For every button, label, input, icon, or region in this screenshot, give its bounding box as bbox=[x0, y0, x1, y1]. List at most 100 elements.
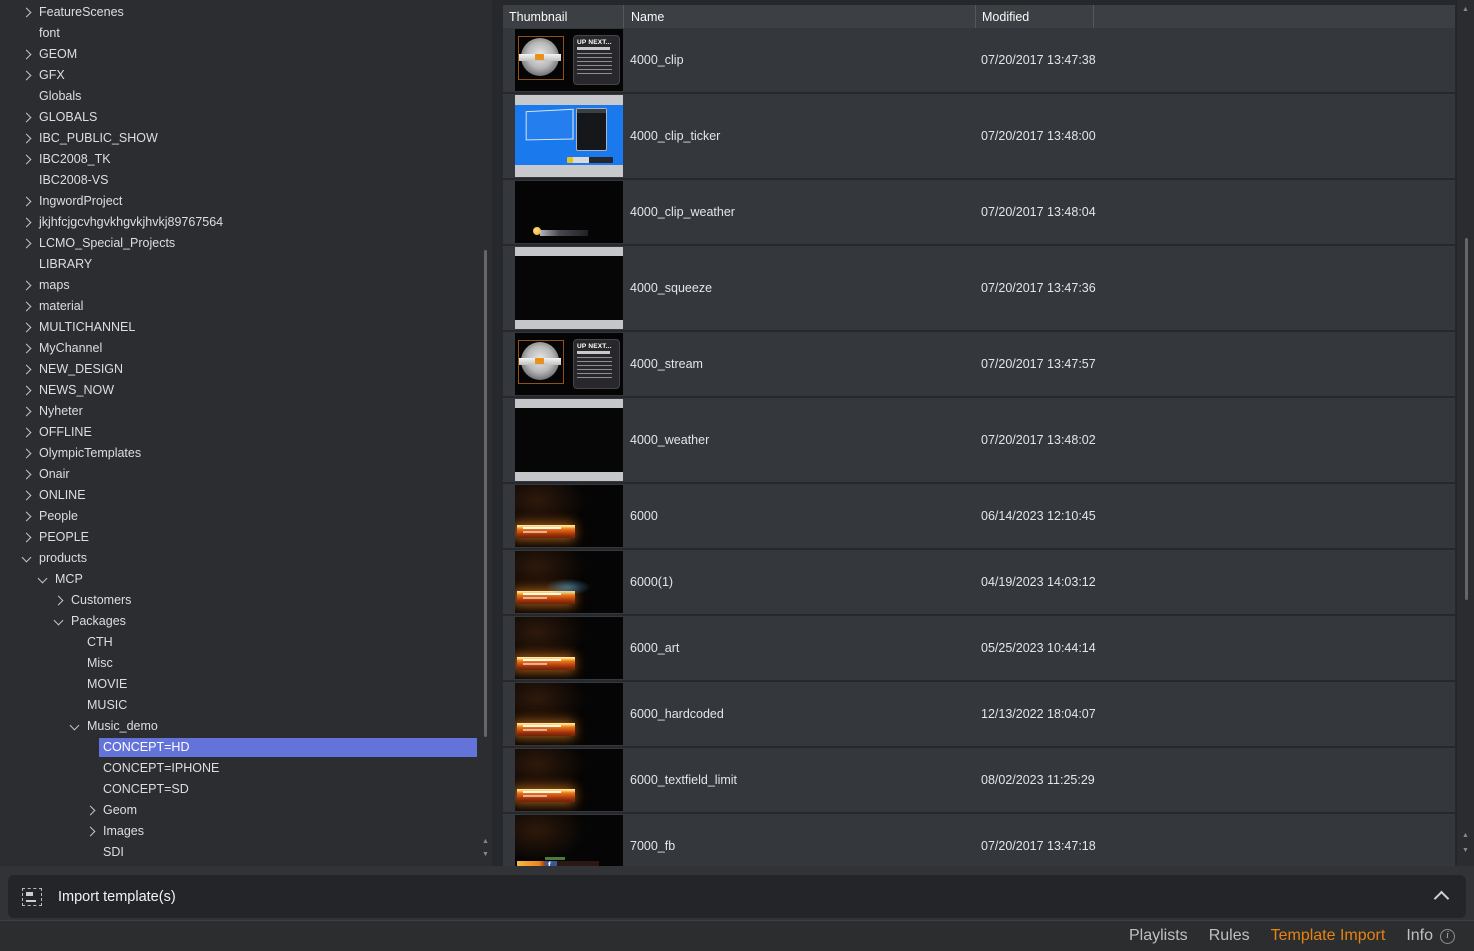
table-scrollbar-thumb[interactable] bbox=[1465, 238, 1468, 600]
table-row[interactable]: 4000_clip_weather07/20/2017 13:48:04 bbox=[503, 180, 1455, 246]
table-row[interactable]: 4000_weather07/20/2017 13:48:02 bbox=[503, 398, 1455, 484]
tree-item-products[interactable]: products bbox=[0, 548, 492, 569]
tree-item-music[interactable]: MUSIC bbox=[0, 695, 492, 716]
tree-item-label-wrap: IBC2008-VS bbox=[35, 171, 477, 190]
tab-label: Rules bbox=[1209, 927, 1250, 945]
tree-item-library[interactable]: LIBRARY bbox=[0, 254, 492, 275]
tree-item-packages[interactable]: Packages bbox=[0, 611, 492, 632]
tree-item-customers[interactable]: Customers bbox=[0, 590, 492, 611]
column-header-label: Name bbox=[631, 10, 664, 24]
tree-item-ibc-public-show[interactable]: IBC_PUBLIC_SHOW bbox=[0, 128, 492, 149]
tree-item-cth[interactable]: CTH bbox=[0, 632, 492, 653]
table-row[interactable]: 7000_fb07/20/2017 13:47:18 bbox=[503, 814, 1455, 866]
tree-item-mychannel[interactable]: MyChannel bbox=[0, 338, 492, 359]
tree-item-images[interactable]: Images bbox=[0, 821, 492, 842]
tree-item-featurescenes[interactable]: FeatureScenes bbox=[0, 2, 492, 23]
tree-item-label-wrap: MyChannel bbox=[35, 339, 477, 358]
tree-item-font[interactable]: font bbox=[0, 23, 492, 44]
table-row[interactable]: 6000_textfield_limit08/02/2023 11:25:29 bbox=[503, 748, 1455, 814]
thumb-part-tk-strip bbox=[567, 157, 613, 163]
empty-cell bbox=[1125, 332, 1455, 396]
table-row[interactable]: 600006/14/2023 12:10:45 bbox=[503, 484, 1455, 550]
tree-item-multichannel[interactable]: MULTICHANNEL bbox=[0, 317, 492, 338]
tree-item-news-now[interactable]: NEWS_NOW bbox=[0, 380, 492, 401]
thumbnail-cell: UP NEXT... bbox=[503, 332, 623, 396]
tree-item-onair[interactable]: Onair bbox=[0, 464, 492, 485]
tree-item-label: IBC2008_TK bbox=[39, 152, 111, 166]
scroll-up-icon[interactable]: ▲ bbox=[1457, 6, 1474, 14]
tree-item-material[interactable]: material bbox=[0, 296, 492, 317]
tree-item-concept-iphone[interactable]: CONCEPT=IPHONE bbox=[0, 758, 492, 779]
tab-info[interactable]: Infoi bbox=[1406, 927, 1455, 945]
thumbnail-image bbox=[515, 247, 623, 329]
collapse-panel-button[interactable] bbox=[1430, 886, 1452, 908]
tree-item-label-wrap: LIBRARY bbox=[35, 255, 477, 274]
column-header-name[interactable]: Name bbox=[623, 5, 975, 28]
thumbnail-image bbox=[515, 485, 623, 547]
name-cell: 7000_fb bbox=[623, 814, 975, 866]
import-section: Import template(s) bbox=[0, 866, 1474, 920]
empty-cell bbox=[1125, 484, 1455, 548]
tree-item-jkjhfcjgcvhgvkhgvkjhvkj89767564[interactable]: jkjhfcjgcvhgvkhgvkjhvkj89767564 bbox=[0, 212, 492, 233]
tree-item-geom[interactable]: GEOM bbox=[0, 44, 492, 65]
tree-item-globals[interactable]: Globals bbox=[0, 86, 492, 107]
tree-item-ibc2008-tk[interactable]: IBC2008_TK bbox=[0, 149, 492, 170]
table-row[interactable]: 6000_hardcoded12/13/2022 18:04:07 bbox=[503, 682, 1455, 748]
table-row[interactable]: 6000(1)04/19/2023 14:03:12 bbox=[503, 550, 1455, 616]
tree-item-sdi[interactable]: SDI bbox=[0, 842, 492, 863]
table-scrollbar[interactable]: ▲ ▲ ▼ bbox=[1456, 0, 1474, 866]
tree-item-geom[interactable]: Geom bbox=[0, 800, 492, 821]
tree-item-concept-sd[interactable]: CONCEPT=SD bbox=[0, 779, 492, 800]
tab-playlists[interactable]: Playlists bbox=[1129, 927, 1188, 945]
tree-item-concept-hd[interactable]: CONCEPT=HD bbox=[0, 737, 492, 758]
tab-template-import[interactable]: Template Import bbox=[1271, 927, 1386, 945]
tree-item-gfx[interactable]: GFX bbox=[0, 65, 492, 86]
tree-item-music-demo[interactable]: Music_demo bbox=[0, 716, 492, 737]
tree-item-offline[interactable]: OFFLINE bbox=[0, 422, 492, 443]
template-modified-date: 06/14/2023 12:10:45 bbox=[981, 509, 1096, 523]
name-cell: 4000_clip bbox=[623, 28, 975, 92]
tree-item-ibc2008-vs[interactable]: IBC2008-VS bbox=[0, 170, 492, 191]
name-cell: 6000_art bbox=[623, 616, 975, 680]
tab-rules[interactable]: Rules bbox=[1209, 927, 1250, 945]
scroll-up-icon[interactable]: ▲ bbox=[1457, 832, 1474, 840]
tree-item-misc[interactable]: Misc bbox=[0, 653, 492, 674]
tree-item-label-wrap: PEOPLE bbox=[35, 528, 477, 547]
import-templates-button[interactable]: Import template(s) bbox=[8, 875, 1466, 918]
tree-item-people[interactable]: PEOPLE bbox=[0, 527, 492, 548]
tree-item-label-wrap: MCP bbox=[51, 570, 477, 589]
tree-item-movie[interactable]: MOVIE bbox=[0, 674, 492, 695]
table-row[interactable]: UP NEXT...4000_clip07/20/2017 13:47:38 bbox=[503, 28, 1455, 94]
scroll-up-icon[interactable]: ▲ bbox=[480, 838, 491, 846]
column-header-empty[interactable] bbox=[1093, 5, 1455, 28]
tree-scrollbar-thumb[interactable] bbox=[484, 250, 487, 737]
tree-item-lcmo-special-projects[interactable]: LCMO_Special_Projects bbox=[0, 233, 492, 254]
tree-item-label-wrap: font bbox=[35, 24, 477, 43]
template-name: 4000_clip_weather bbox=[630, 205, 735, 219]
tree-item-mcp[interactable]: MCP bbox=[0, 569, 492, 590]
column-header-modified[interactable]: Modified bbox=[975, 5, 1093, 28]
tree-item-maps[interactable]: maps bbox=[0, 275, 492, 296]
scroll-down-icon[interactable]: ▼ bbox=[1457, 847, 1474, 855]
table-row[interactable]: 4000_clip_ticker07/20/2017 13:48:00 bbox=[503, 94, 1455, 180]
tree-item-ingwordproject[interactable]: IngwordProject bbox=[0, 191, 492, 212]
scroll-down-icon[interactable]: ▼ bbox=[480, 851, 491, 859]
tree-scrollbar[interactable]: ▲ ▼ bbox=[480, 0, 491, 866]
tree-item-new-design[interactable]: NEW_DESIGN bbox=[0, 359, 492, 380]
table-row[interactable]: 4000_squeeze07/20/2017 13:47:36 bbox=[503, 246, 1455, 332]
tree-item-people[interactable]: People bbox=[0, 506, 492, 527]
tree-item-label-wrap: IBC2008_TK bbox=[35, 150, 477, 169]
column-header-thumbnail[interactable]: Thumbnail bbox=[503, 5, 623, 28]
tree-item-nyheter[interactable]: Nyheter bbox=[0, 401, 492, 422]
table-row[interactable]: 6000_art05/25/2023 10:44:14 bbox=[503, 616, 1455, 682]
tree-item-olympictemplates[interactable]: OlympicTemplates bbox=[0, 443, 492, 464]
thumbnail-cell bbox=[503, 398, 623, 482]
thumbnail-image bbox=[515, 683, 623, 745]
tree-item-label: Onair bbox=[39, 467, 70, 481]
tree-item-globals[interactable]: GLOBALS bbox=[0, 107, 492, 128]
modified-cell: 07/20/2017 13:47:18 bbox=[975, 814, 1125, 866]
table-row[interactable]: UP NEXT...4000_stream07/20/2017 13:47:57 bbox=[503, 332, 1455, 398]
tree-item-online[interactable]: ONLINE bbox=[0, 485, 492, 506]
bottom-panel: Import template(s) Playlists Rules Templat… bbox=[0, 866, 1474, 951]
thumb-part-line bbox=[577, 351, 610, 354]
